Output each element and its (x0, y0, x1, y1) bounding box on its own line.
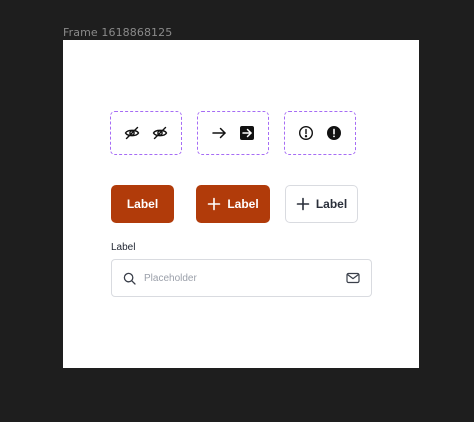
primary-button[interactable]: Label (111, 185, 174, 223)
alert-circle-variant-set[interactable] (284, 111, 356, 155)
primary-button-label: Label (126, 197, 159, 211)
eye-off-outline-icon[interactable] (152, 125, 168, 141)
search-field[interactable] (111, 259, 372, 297)
secondary-add-button[interactable]: Label (285, 185, 358, 223)
primary-add-button-label: Label (227, 197, 259, 211)
search-input[interactable] (144, 272, 338, 284)
alert-circle-outline-icon[interactable] (298, 125, 314, 141)
design-frame: Label Label Label Label (63, 40, 419, 368)
arrow-right-square-filled-icon[interactable] (239, 125, 255, 141)
plus-icon (207, 197, 221, 211)
mail-icon[interactable] (346, 272, 360, 284)
alert-circle-filled-icon[interactable] (326, 125, 342, 141)
primary-add-button[interactable]: Label (196, 185, 270, 223)
arrow-right-variant-set[interactable] (197, 111, 269, 155)
search-icon (123, 272, 136, 285)
eye-off-variant-set[interactable] (110, 111, 182, 155)
arrow-right-icon[interactable] (211, 125, 227, 141)
secondary-add-button-label: Label (315, 197, 348, 211)
eye-off-outline-icon[interactable] (124, 125, 140, 141)
search-field-label: Label (111, 242, 136, 253)
plus-icon (296, 197, 310, 211)
frame-title: Frame 1618868125 (63, 26, 173, 39)
